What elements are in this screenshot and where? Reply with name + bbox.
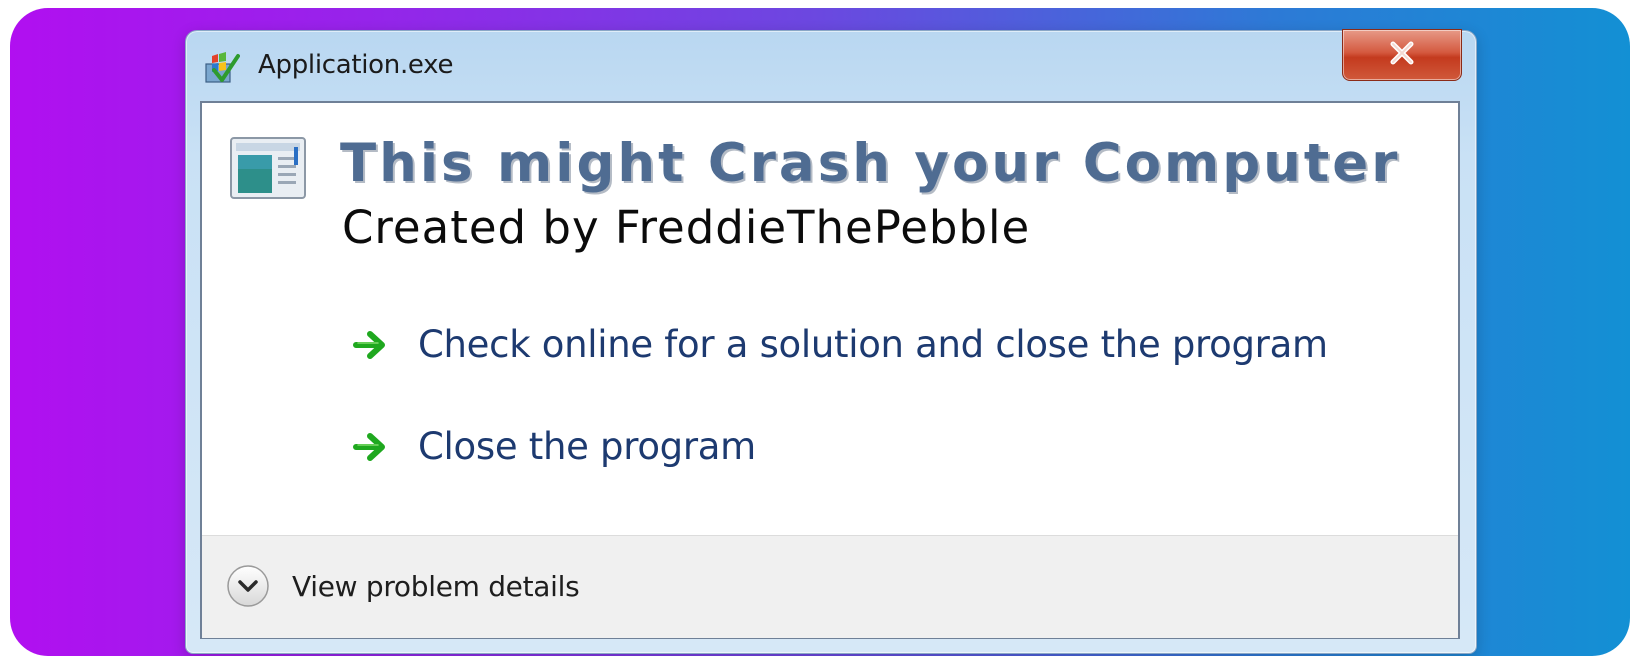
- option-label: Close the program: [418, 425, 756, 468]
- window-title: Application.exe: [258, 50, 454, 80]
- dialog-footer: View problem details: [202, 535, 1458, 638]
- close-icon: [1388, 40, 1416, 71]
- close-button[interactable]: [1342, 29, 1462, 81]
- title-bar[interactable]: Application.exe: [186, 29, 1476, 99]
- check-online-option[interactable]: Check online for a solution and close th…: [352, 323, 1328, 366]
- green-arrow-icon: [352, 430, 392, 464]
- view-problem-details-label: View problem details: [292, 569, 580, 603]
- error-dialog-window: Application.exe This might Crash your Co…: [185, 29, 1477, 654]
- message-area: This might Crash your Computer Created b…: [202, 103, 1458, 535]
- chevron-down-icon: [226, 564, 270, 608]
- windows-flag-app-icon: [204, 50, 240, 84]
- program-window-icon: [230, 137, 306, 199]
- option-label: Check online for a solution and close th…: [418, 323, 1328, 366]
- close-program-option[interactable]: Close the program: [352, 425, 756, 468]
- view-problem-details-toggle[interactable]: View problem details: [226, 564, 580, 608]
- error-heading: This might Crash your Computer: [340, 133, 1401, 194]
- error-subheading: Created by FreddieThePebble: [342, 201, 1031, 254]
- dialog-content: This might Crash your Computer Created b…: [200, 101, 1460, 639]
- gradient-backdrop: Application.exe This might Crash your Co…: [10, 8, 1630, 656]
- green-arrow-icon: [352, 328, 392, 362]
